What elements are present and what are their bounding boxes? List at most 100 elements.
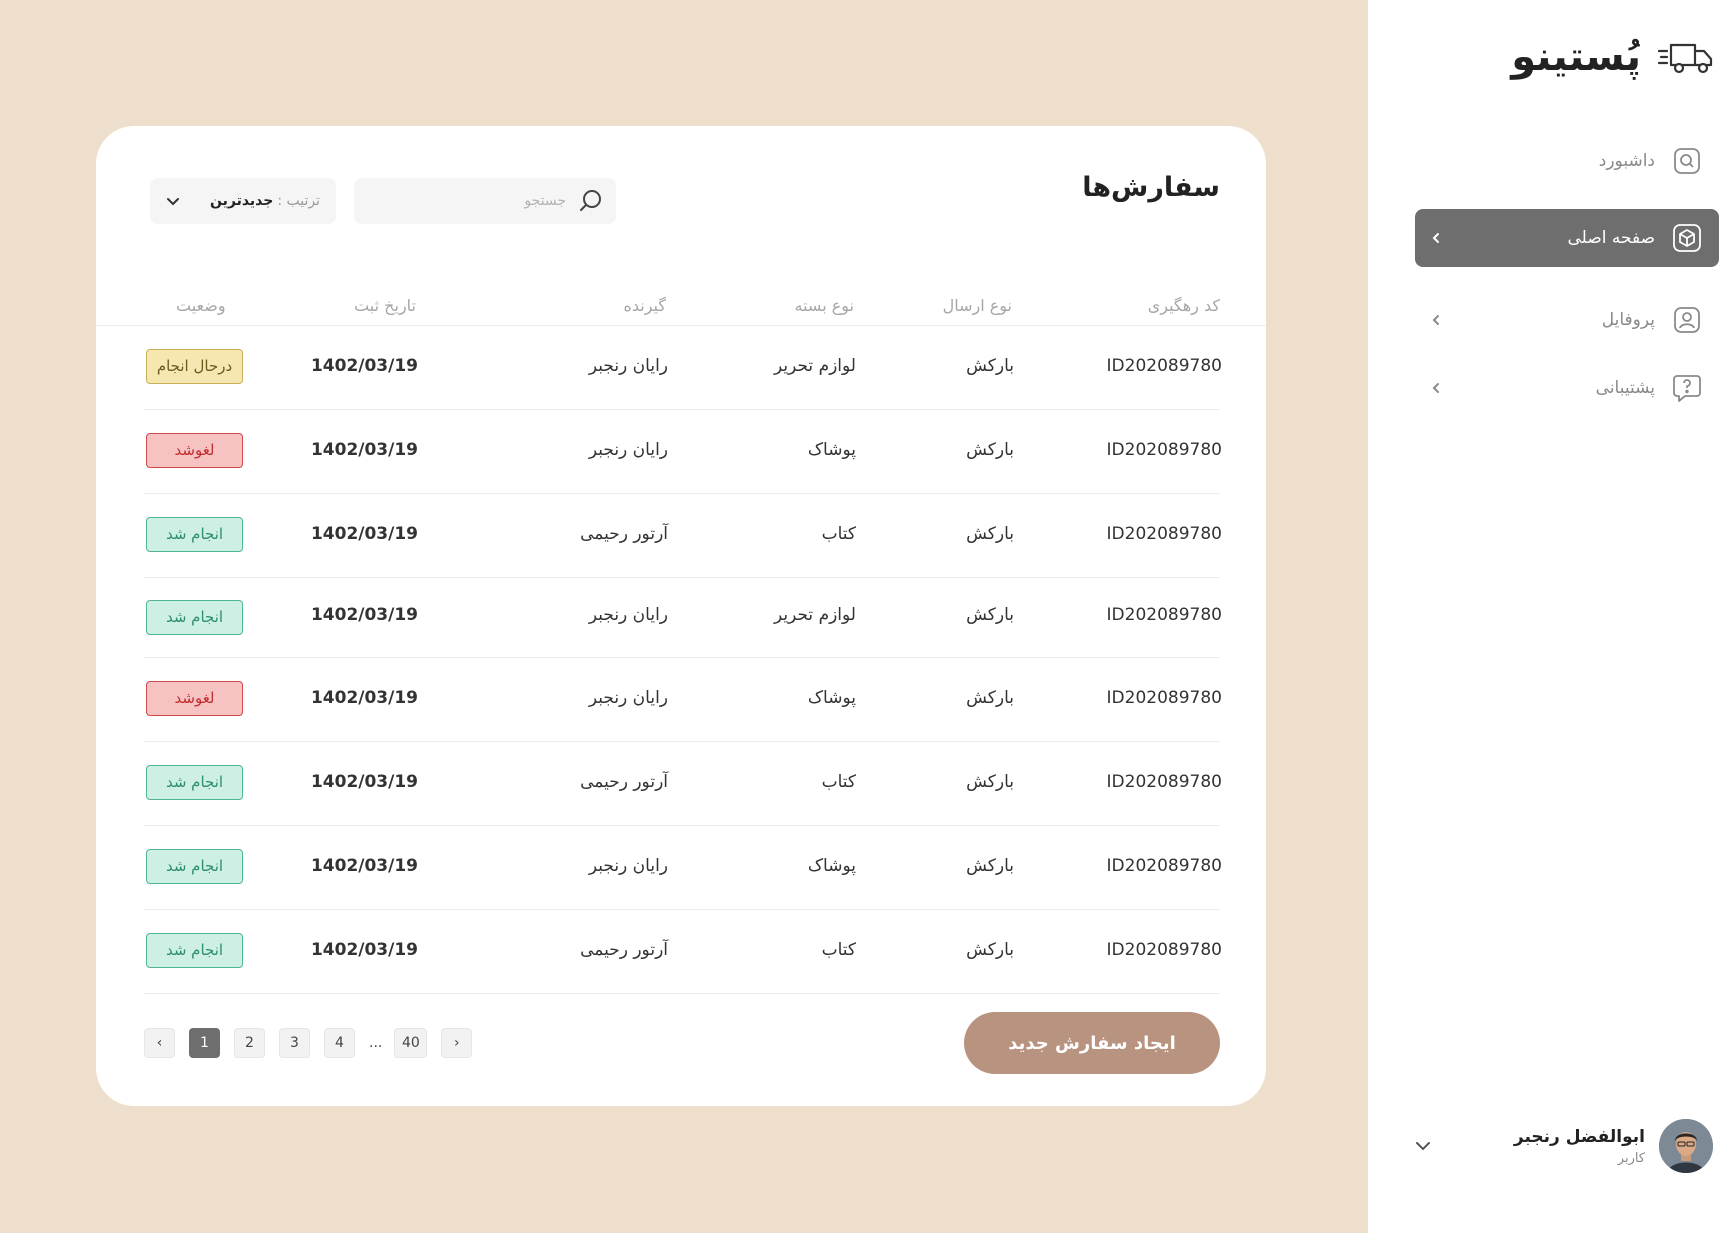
search-box[interactable] <box>354 178 616 224</box>
new-order-button[interactable]: ایجاد سفارش جدید <box>964 1012 1220 1074</box>
search-input[interactable] <box>386 193 566 209</box>
user-info: ابوالفضل رنجبر کاربر <box>1433 1127 1645 1166</box>
column-header-status[interactable]: وضعیت <box>176 296 226 315</box>
status-badge: انجام شد <box>146 933 243 968</box>
status-badge: لغوشد <box>146 433 243 468</box>
user-name: ابوالفضل رنجبر <box>1513 1126 1645 1147</box>
table-row[interactable]: ID202089780 بارکش کتاب آرتور رحیمی 1402/… <box>144 494 1222 578</box>
column-header-recv[interactable]: گیرنده <box>623 296 666 315</box>
search-icon <box>580 190 601 211</box>
recipient: رایان رنجبر <box>588 856 668 876</box>
column-header-ship[interactable]: نوع ارسال <box>943 296 1012 315</box>
avatar <box>1659 1119 1713 1173</box>
pagination: ‹ 1 2 3 4 ... 40 › <box>144 1028 486 1058</box>
sidebar-item-dashboard[interactable]: داشبورد <box>1415 132 1719 190</box>
chevron-down-icon <box>167 198 179 206</box>
pagination-page[interactable]: 1 <box>189 1028 220 1058</box>
pagination-ellipsis: ... <box>369 1035 383 1051</box>
chevron-left-icon <box>1432 233 1439 243</box>
user-menu[interactable]: ابوالفضل رنجبر کاربر <box>1413 1119 1713 1173</box>
profile-icon <box>1674 307 1700 333</box>
table-row[interactable]: ID202089780 بارکش لوازم تحریر رایان رنجب… <box>144 326 1222 410</box>
recipient: رایان رنجبر <box>588 440 668 460</box>
sort-value: جدیدترین <box>210 193 274 209</box>
shipping-type: بارکش <box>966 605 1014 625</box>
column-header-pack[interactable]: نوع بسته <box>795 296 854 315</box>
tracking-code: ID202089780 <box>1106 940 1222 960</box>
status-badge: انجام شد <box>146 765 243 800</box>
page-title: سفارش‌ها <box>1082 172 1220 203</box>
chevron-down-icon[interactable] <box>1413 1136 1433 1156</box>
recipient: رایان رنجبر <box>588 605 668 625</box>
sort-label: ترتیب : <box>277 193 320 209</box>
register-date: 1402/03/19 <box>310 688 418 708</box>
tracking-code: ID202089780 <box>1106 524 1222 544</box>
table-row[interactable]: ID202089780 بارکش کتاب آرتور رحیمی 1402/… <box>144 910 1222 994</box>
recipient: رایان رنجبر <box>588 356 668 376</box>
table-row[interactable]: ID202089780 بارکش کتاب آرتور رحیمی 1402/… <box>144 742 1222 826</box>
pagination-prev-button[interactable]: ‹ <box>144 1028 175 1058</box>
status-cell: انجام شد <box>146 600 243 635</box>
orders-card: سفارش‌ها ترتیب : جدیدترین کد رهگیری نوع … <box>96 126 1266 1106</box>
pagination-next-button[interactable]: › <box>441 1028 473 1058</box>
register-date: 1402/03/19 <box>310 940 418 960</box>
register-date: 1402/03/19 <box>310 440 418 460</box>
tracking-code: ID202089780 <box>1106 605 1222 625</box>
recipient: رایان رنجبر <box>588 688 668 708</box>
package-type: کتاب <box>821 940 856 960</box>
package-type: کتاب <box>821 524 856 544</box>
pagination-page[interactable]: 3 <box>279 1028 310 1058</box>
column-header-code[interactable]: کد رهگیری <box>1148 296 1220 315</box>
status-badge: انجام شد <box>146 517 243 552</box>
sidebar-item-label: داشبورد <box>1598 151 1655 171</box>
register-date: 1402/03/19 <box>310 856 418 876</box>
user-avatar-image <box>1659 1119 1713 1173</box>
status-cell: لغوشد <box>146 681 243 716</box>
sidebar: پُستینو داشبورد صفحه اصلی پروفایل پشتیبا… <box>1368 0 1735 1233</box>
sidebar-item-support[interactable]: پشتیبانی <box>1415 359 1719 417</box>
shipping-type: بارکش <box>966 440 1014 460</box>
sidebar-item-label: پشتیبانی <box>1595 378 1655 398</box>
package-type: پوشاک <box>807 440 856 460</box>
package-type: لوازم تحریر <box>773 605 856 625</box>
status-badge: درحال انجام <box>146 349 243 384</box>
recipient: آرتور رحیمی <box>580 772 668 792</box>
shipping-type: بارکش <box>966 856 1014 876</box>
recipient: آرتور رحیمی <box>580 524 668 544</box>
status-cell: انجام شد <box>146 849 243 884</box>
shipping-type: بارکش <box>966 772 1014 792</box>
chevron-left-icon <box>1432 315 1439 325</box>
user-role: کاربر <box>1617 1150 1645 1166</box>
package-type: لوازم تحریر <box>773 356 856 376</box>
table-header: کد رهگیری نوع ارسال نوع بسته گیرنده تاری… <box>96 284 1266 326</box>
sidebar-item-label: پروفایل <box>1601 310 1655 330</box>
table-row[interactable]: ID202089780 بارکش لوازم تحریر رایان رنجب… <box>144 578 1222 658</box>
table-row[interactable]: ID202089780 بارکش پوشاک رایان رنجبر 1402… <box>144 410 1222 494</box>
column-header-date[interactable]: تاریخ ثبت <box>354 296 416 315</box>
table-row[interactable]: ID202089780 بارکش پوشاک رایان رنجبر 1402… <box>144 658 1222 742</box>
tracking-code: ID202089780 <box>1106 440 1222 460</box>
register-date: 1402/03/19 <box>310 772 418 792</box>
register-date: 1402/03/19 <box>310 356 418 376</box>
tracking-code: ID202089780 <box>1106 856 1222 876</box>
brand-logo[interactable]: پُستینو <box>1511 34 1715 80</box>
status-badge: انجام شد <box>146 849 243 884</box>
sidebar-item-home[interactable]: صفحه اصلی <box>1415 209 1719 267</box>
status-cell: انجام شد <box>146 765 243 800</box>
register-date: 1402/03/19 <box>310 605 418 625</box>
sidebar-item-profile[interactable]: پروفایل <box>1415 291 1719 349</box>
pagination-page[interactable]: 2 <box>234 1028 265 1058</box>
package-type: پوشاک <box>807 688 856 708</box>
sidebar-item-label: صفحه اصلی <box>1567 228 1655 248</box>
table-row[interactable]: ID202089780 بارکش پوشاک رایان رنجبر 1402… <box>144 826 1222 910</box>
chevron-left-icon <box>1432 383 1439 393</box>
pagination-page[interactable]: 4 <box>324 1028 355 1058</box>
tracking-code: ID202089780 <box>1106 772 1222 792</box>
brand-name: پُستینو <box>1511 34 1641 80</box>
register-date: 1402/03/19 <box>310 524 418 544</box>
sort-dropdown[interactable]: ترتیب : جدیدترین <box>150 178 336 224</box>
shipping-type: بارکش <box>966 688 1014 708</box>
status-badge: لغوشد <box>146 681 243 716</box>
status-cell: لغوشد <box>146 433 243 468</box>
pagination-page[interactable]: 40 <box>394 1028 428 1058</box>
